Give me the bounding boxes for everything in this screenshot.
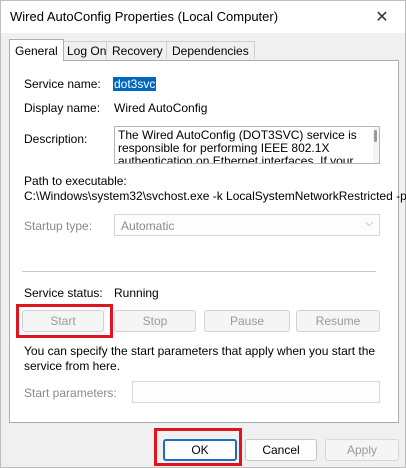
start-parameters-input[interactable]: [132, 381, 380, 403]
divider: [22, 271, 376, 272]
title-bar: Wired AutoConfig Properties (Local Compu…: [1, 1, 405, 33]
display-name-label: Display name:: [24, 101, 101, 115]
pause-button[interactable]: Pause: [204, 310, 290, 332]
tab-log-on[interactable]: Log On: [61, 41, 113, 59]
cancel-button[interactable]: Cancel: [245, 439, 317, 461]
description-text: The Wired AutoConfig (DOT3SVC) service i…: [118, 128, 357, 164]
service-status-value: Running: [114, 286, 159, 300]
start-parameters-label: Start parameters:: [24, 386, 117, 400]
service-name-value[interactable]: dot3svc: [113, 77, 157, 91]
startup-type-dropdown[interactable]: Automatic ⌵: [114, 214, 380, 236]
description-label: Description:: [24, 132, 88, 146]
description-scrollbar[interactable]: [373, 127, 379, 163]
properties-dialog: Wired AutoConfig Properties (Local Compu…: [0, 0, 406, 468]
scrollbar-thumb[interactable]: [374, 130, 377, 142]
stop-button[interactable]: Stop: [114, 310, 196, 332]
close-icon[interactable]: ✕: [359, 1, 405, 33]
tab-dependencies[interactable]: Dependencies: [166, 41, 255, 59]
ok-button-highlight: [154, 428, 242, 466]
display-name-value[interactable]: Wired AutoConfig: [114, 101, 207, 115]
window-title: Wired AutoConfig Properties (Local Compu…: [10, 9, 279, 24]
chevron-down-icon: ⌵: [365, 218, 373, 229]
start-params-hint: You can specify the start parameters tha…: [24, 344, 376, 373]
apply-button[interactable]: Apply: [325, 439, 399, 461]
startup-type-label: Startup type:: [24, 219, 93, 233]
path-label: Path to executable:: [24, 174, 127, 188]
tab-general[interactable]: General: [9, 39, 64, 61]
service-status-label: Service status:: [24, 286, 103, 300]
resume-button[interactable]: Resume: [296, 310, 380, 332]
tab-recovery[interactable]: Recovery: [106, 41, 169, 59]
start-button-highlight: [16, 304, 113, 338]
tab-strip: General Log On Recovery Dependencies: [9, 39, 399, 61]
general-panel: Service name: dot3svc Display name: Wire…: [9, 60, 406, 423]
description-textbox[interactable]: The Wired AutoConfig (DOT3SVC) service i…: [114, 126, 380, 164]
service-name-label: Service name:: [24, 77, 101, 91]
path-value[interactable]: C:\Windows\system32\svchost.exe -k Local…: [24, 189, 406, 203]
startup-type-value: Automatic: [121, 219, 175, 233]
